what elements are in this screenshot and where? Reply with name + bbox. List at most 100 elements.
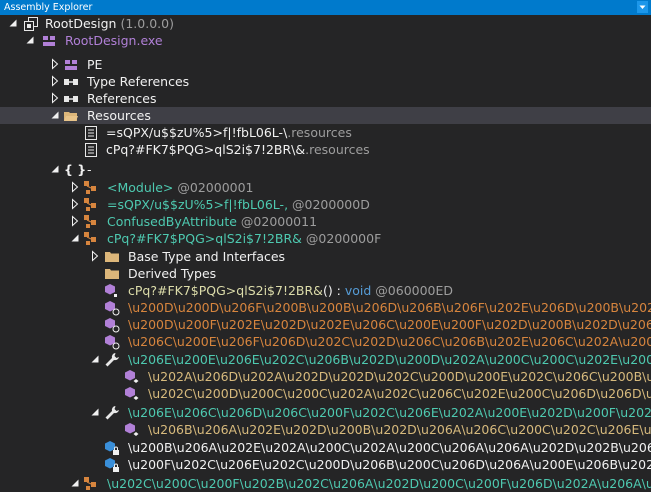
collapse-triangle-icon[interactable] (69, 477, 81, 489)
field-icon (105, 301, 120, 316)
tree-row-module[interactable]: RootDesign.exe (0, 32, 651, 49)
tree-row-accessor-3[interactable]: \u206B\u206A\u202E\u202D\u200B\u202D\u20… (0, 421, 651, 438)
tree-row-field-5[interactable]: \u200F\u202C\u206E\u202C\u200D\u206B\u20… (0, 456, 651, 473)
expand-triangle-icon[interactable] (69, 215, 81, 227)
expand-triangle-icon[interactable] (49, 92, 61, 104)
assembly-icon (24, 17, 38, 31)
field-3-name: \u206C\u200E\u206F\u206D\u202C\u202D\u20… (128, 334, 651, 349)
type-module-token: @02000001 (177, 180, 254, 195)
tree-row-type-4[interactable]: cPq?#FK7$PQG>qlS2i$7!2BR& @0200000F (0, 230, 651, 247)
tree-row-resource-1[interactable]: =sQPX/u$$zU%5>f|!fbL06L-\.resources (0, 124, 651, 141)
type-last-name: \u202C\u200C\u200F\u202B\u202C\u206A\u20… (107, 476, 651, 491)
tree-row-derived-types[interactable]: Derived Types (0, 265, 651, 282)
tree-row-type-references[interactable]: Type References (0, 73, 651, 90)
dropdown-arrow-icon[interactable] (637, 1, 648, 13)
field-2-name: \u200D\u200F\u202E\u202D\u202E\u206C\u20… (128, 317, 651, 332)
tree-row-field-1[interactable]: \u200D\u200D\u206F\u200B\u200B\u206D\u20… (0, 299, 651, 316)
resource-2-name: cPq?#FK7$PQG>qlS2i$7!2BR\& (106, 142, 306, 157)
expand-triangle-icon[interactable] (49, 58, 61, 70)
references-label: References (87, 91, 157, 106)
locked-field-icon (105, 441, 119, 455)
pe-icon (65, 60, 77, 70)
root-version: (1.0.0.0) (120, 16, 174, 31)
expand-triangle-icon[interactable] (49, 75, 61, 87)
derived-types-label: Derived Types (128, 266, 217, 281)
tree-row-resource-2[interactable]: cPq?#FK7$PQG>qlS2i$7!2BR\&.resources (0, 141, 651, 158)
tree-row-accessor-1[interactable]: \u202A\u206D\u202A\u202D\u202D\u202C\u20… (0, 368, 651, 385)
tree-row-type-module[interactable]: <Module> @02000001 (0, 179, 651, 196)
class-icon (84, 232, 96, 245)
resource-file-icon (85, 126, 97, 140)
tree-row-namespace[interactable]: { } - (0, 161, 651, 178)
collapse-triangle-icon[interactable] (49, 163, 61, 175)
tree-row-resources[interactable]: Resources (0, 107, 651, 124)
wrench-icon (105, 406, 119, 420)
type-confused-name: ConfusedByAttribute (107, 214, 237, 229)
type-confused-token: @02000011 (240, 214, 318, 229)
collapse-triangle-icon[interactable] (49, 109, 61, 121)
method-name: cPq?#FK7$PQG>qlS2i$7!2BR& (128, 283, 323, 298)
expand-triangle-icon[interactable] (89, 250, 101, 262)
tree-row-pe[interactable]: PE (0, 56, 651, 73)
accessor-3-name: \u206B\u206A\u202E\u202D\u200B\u202D\u20… (148, 422, 651, 437)
accessor-1-name: \u202A\u206D\u202A\u202D\u202D\u202C\u20… (148, 369, 651, 384)
expand-triangle-icon[interactable] (69, 198, 81, 210)
resource-1-name: =sQPX/u$$zU%5>f|!fbL06L-\ (106, 125, 288, 140)
accessor-2-name: \u202C\u200D\u200C\u200C\u202A\u202C\u20… (148, 386, 651, 401)
tree-row-root-design[interactable]: RootDesign (1.0.0.0) (0, 15, 651, 32)
root-name: RootDesign (45, 16, 117, 31)
namespace-icon: { } (64, 162, 87, 177)
tree-row-references[interactable]: References (0, 90, 651, 107)
field-4-name: \u200B\u206A\u202E\u202A\u200C\u202A\u20… (128, 440, 651, 455)
method-icon (105, 284, 117, 297)
base-types-label: Base Type and Interfaces (128, 249, 286, 264)
expand-triangle-icon[interactable] (69, 181, 81, 193)
wrench-icon (105, 353, 119, 367)
module-name: RootDesign.exe (65, 33, 163, 48)
tree-row-field-2[interactable]: \u200D\u200F\u202E\u202D\u202E\u206C\u20… (0, 316, 651, 333)
property-1-name: \u206E\u200E\u206E\u202C\u206B\u202D\u20… (128, 352, 651, 367)
tree-row-method-ctor[interactable]: cPq?#FK7$PQG>qlS2i$7!2BR&() : void @0600… (0, 282, 651, 299)
field-icon (105, 318, 120, 333)
field-1-name: \u200D\u200D\u206F\u200B\u200B\u206D\u20… (128, 300, 651, 315)
references-icon (64, 96, 78, 102)
type-2-token: @0200000D (292, 197, 370, 212)
class-icon (84, 477, 96, 490)
pe-label: PE (87, 57, 103, 72)
panel-title-bar: Assembly Explorer (0, 0, 651, 15)
tree-row-type-2[interactable]: =sQPX/u$$zU%5>f|!fbL06L-, @0200000D (0, 196, 651, 213)
locked-field-icon (105, 458, 119, 472)
tree-row-type-last[interactable]: \u202C\u200C\u200F\u202B\u202C\u206A\u20… (0, 475, 651, 492)
field-5-name: \u200F\u202C\u206E\u202C\u200D\u206B\u20… (128, 457, 651, 472)
class-icon (84, 181, 96, 194)
collapse-triangle-icon[interactable] (7, 17, 19, 29)
resource-file-icon (85, 143, 97, 157)
collapse-triangle-icon[interactable] (69, 232, 81, 244)
method-icon (125, 423, 139, 436)
tree-row-base-types[interactable]: Base Type and Interfaces (0, 248, 651, 265)
resource-2-ext: .resources (305, 142, 370, 157)
tree-row-field-4[interactable]: \u200B\u206A\u202E\u202A\u200C\u202A\u20… (0, 439, 651, 456)
folder-open-icon (64, 112, 78, 121)
method-signature: () : (322, 283, 345, 298)
type-4-token: @0200000F (305, 231, 382, 246)
assembly-tree[interactable]: RootDesign (1.0.0.0) RootDesign.exe PE T… (0, 15, 651, 492)
type-module-name: <Module> (107, 180, 174, 195)
namespace-name: - (87, 162, 92, 177)
property-2-name: \u206E\u206C\u206D\u206C\u200F\u202C\u20… (128, 405, 651, 420)
module-icon (43, 36, 55, 46)
collapse-triangle-icon[interactable] (89, 353, 101, 365)
method-icon (125, 387, 139, 400)
type-references-icon (64, 79, 78, 85)
collapse-triangle-icon[interactable] (89, 406, 101, 418)
tree-row-accessor-2[interactable]: \u202C\u200D\u200C\u200C\u202A\u202C\u20… (0, 385, 651, 402)
type-2-name: =sQPX/u$$zU%5>f|!fbL06L-, (107, 197, 289, 212)
type-4-name: cPq?#FK7$PQG>qlS2i$7!2BR& (107, 231, 302, 246)
collapse-triangle-icon[interactable] (24, 34, 36, 46)
tree-row-property-1[interactable]: \u206E\u200E\u206E\u202C\u206B\u202D\u20… (0, 351, 651, 368)
method-icon (125, 370, 139, 383)
class-icon (84, 198, 96, 211)
tree-row-field-3[interactable]: \u206C\u200E\u206F\u206D\u202C\u202D\u20… (0, 333, 651, 350)
tree-row-type-confused[interactable]: ConfusedByAttribute @02000011 (0, 213, 651, 230)
tree-row-property-2[interactable]: \u206E\u206C\u206D\u206C\u200F\u202C\u20… (0, 404, 651, 421)
